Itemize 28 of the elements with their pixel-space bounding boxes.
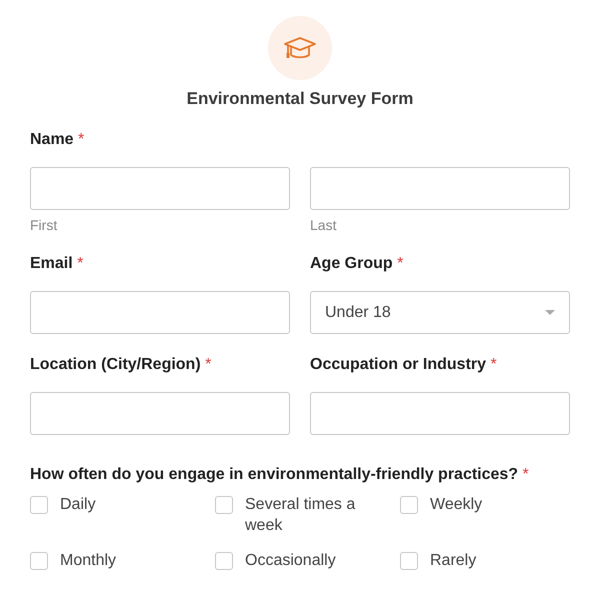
checkbox[interactable] (400, 552, 418, 570)
option-label: Monthly (60, 551, 118, 571)
field-label: Age Group * (310, 255, 404, 274)
option-label: Several times a week (245, 495, 356, 536)
field-label: How often do you engage in environmentally-friendly practices? * (30, 466, 530, 485)
field-label: Location (City/Region) * (30, 356, 212, 375)
text-field[interactable] (30, 291, 290, 334)
text-field[interactable] (30, 167, 290, 210)
form-title: Environmental Survey Form (186, 89, 414, 109)
option-label: Weekly (430, 495, 484, 515)
text-field[interactable] (310, 392, 570, 435)
checkbox[interactable] (400, 496, 418, 514)
checkbox[interactable] (30, 496, 48, 514)
field-label: Occupation or Industry * (310, 356, 498, 375)
option-label: Occasionally (245, 551, 337, 571)
caret-icon (545, 310, 555, 315)
option-label: Daily (60, 495, 97, 515)
text-field[interactable] (310, 167, 570, 210)
text-field[interactable] (30, 392, 290, 435)
field-hint: First (30, 217, 58, 233)
option-label: Rarely (430, 551, 478, 571)
field-hint: Last (310, 217, 338, 233)
field-label: Email * (30, 255, 84, 274)
checkbox[interactable] (215, 496, 233, 514)
checkbox[interactable] (30, 552, 48, 570)
dropdown[interactable]: Under 18 (310, 291, 570, 334)
field-label: Name * (30, 131, 86, 150)
checkbox[interactable] (215, 552, 233, 570)
